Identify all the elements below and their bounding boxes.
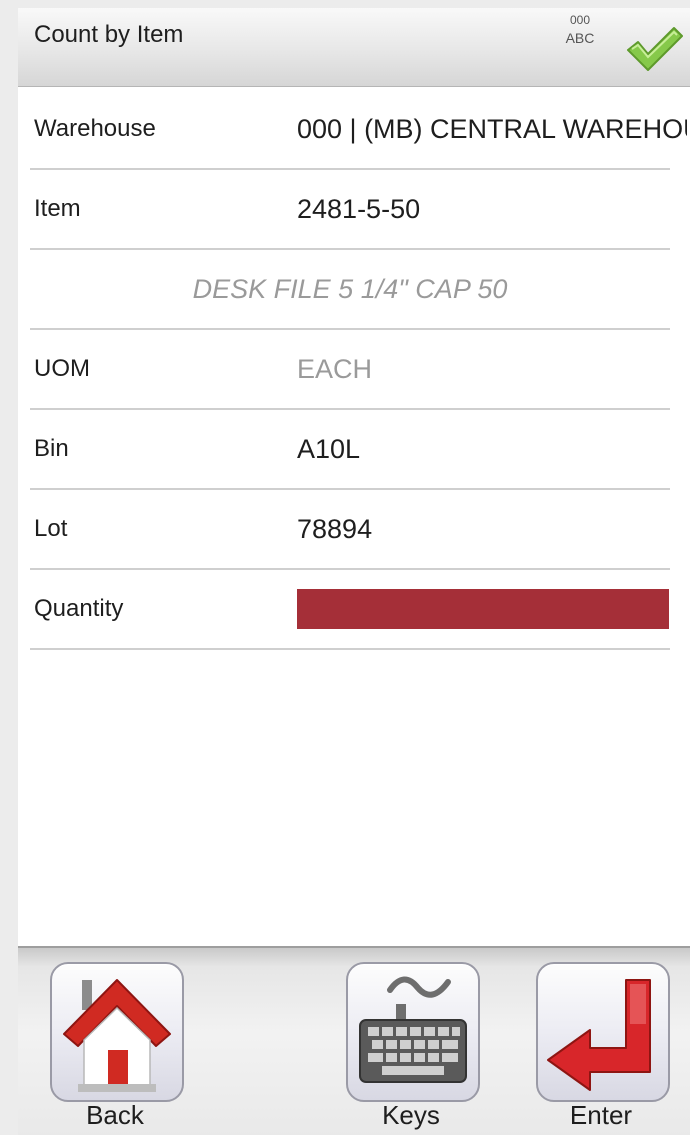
enter-button[interactable] — [536, 962, 670, 1102]
enter-arrow-icon — [547, 979, 651, 1091]
bin-value: A10L — [297, 434, 361, 464]
warehouse-label: Warehouse — [34, 115, 156, 142]
item-description-row: DESK FILE 5 1/4" CAP 50 — [30, 250, 670, 330]
quantity-input[interactable] — [297, 589, 669, 629]
item-value: 2481-5-50 — [297, 194, 421, 224]
uom-label: UOM — [34, 355, 90, 382]
title-bar: Count by Item 000 ABC — [18, 8, 690, 87]
back-button[interactable] — [50, 962, 184, 1102]
bottom-toolbar: Back Keys Enter — [18, 946, 690, 1135]
uom-row[interactable]: UOM EACH — [30, 330, 670, 410]
keys-button[interactable] — [346, 962, 480, 1102]
quantity-row: Quantity — [30, 570, 670, 650]
device-screen: Count by Item 000 ABC Warehouse 000 | (M… — [18, 8, 690, 1135]
quantity-label: Quantity — [34, 595, 124, 622]
item-description: DESK FILE 5 1/4" CAP 50 — [192, 274, 508, 304]
lot-row[interactable]: Lot 78894 — [30, 490, 670, 570]
home-icon — [63, 979, 171, 1092]
uom-value: EACH — [297, 354, 373, 384]
warehouse-row[interactable]: Warehouse 000 | (MB) CENTRAL WAREHOUSE — [30, 90, 687, 170]
warehouse-value: 000 | (MB) CENTRAL WAREHOUSE — [297, 114, 687, 144]
back-label: Back — [86, 1100, 144, 1130]
keys-label: Keys — [382, 1100, 440, 1130]
input-mode-top: 000 — [569, 13, 591, 27]
item-row[interactable]: Item 2481-5-50 — [30, 170, 670, 250]
lot-label: Lot — [34, 515, 68, 542]
page-title: Count by Item — [34, 21, 184, 48]
enter-label: Enter — [569, 1100, 633, 1130]
item-label: Item — [34, 195, 81, 222]
bin-row[interactable]: Bin A10L — [30, 410, 670, 490]
lot-value: 78894 — [297, 514, 373, 544]
bin-label: Bin — [34, 435, 69, 462]
keyboard-icon — [359, 976, 467, 1083]
checkmark-icon[interactable] — [624, 22, 684, 74]
input-mode-bottom: ABC — [565, 30, 595, 46]
